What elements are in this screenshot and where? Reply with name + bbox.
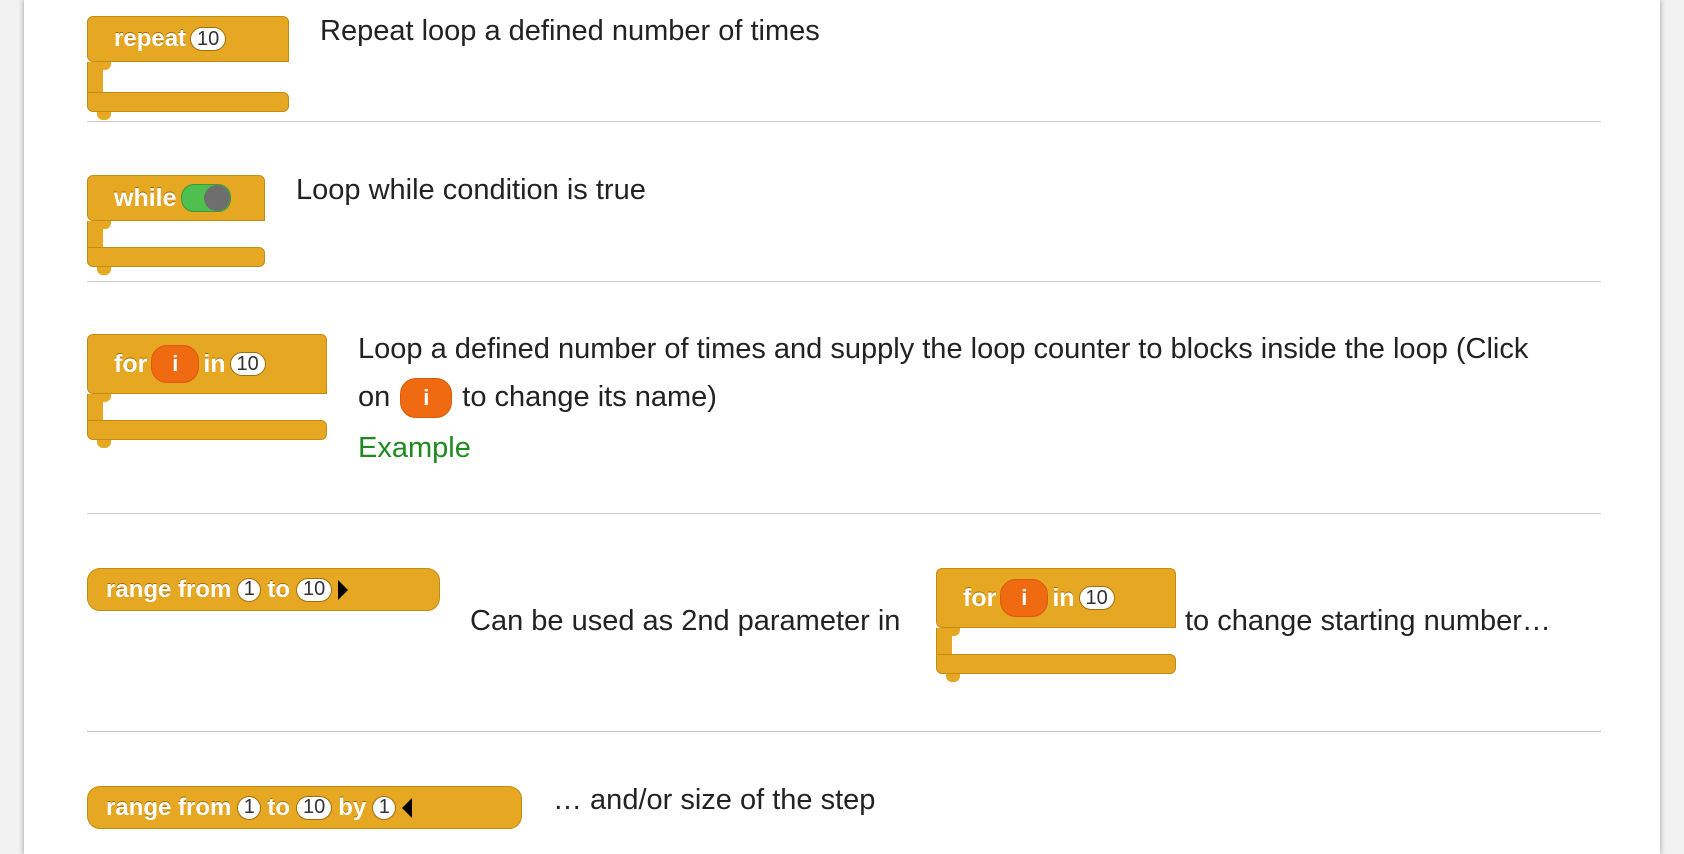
step-description: … and/or size of the step <box>553 784 876 816</box>
range-to-slot[interactable]: 10 <box>296 577 333 602</box>
for-description-line1: Loop a defined number of times and suppl… <box>358 333 1529 365</box>
expand-arrow-icon[interactable] <box>338 579 349 600</box>
range-from-to-by-block[interactable]: range from 1 to 10 by 1 <box>87 786 522 829</box>
range-by-from-slot[interactable]: 1 <box>237 795 262 820</box>
boolean-toggle-icon[interactable] <box>180 184 231 212</box>
for-description-line2: on i to change its name) <box>358 374 717 421</box>
divider-3 <box>87 513 1601 514</box>
inline-for-block[interactable]: for i in 10 <box>936 568 1176 682</box>
while-description: Loop while condition is true <box>296 174 646 206</box>
range-by-from-keyword: range from <box>106 793 232 821</box>
range-description-before: Can be used as 2nd parameter in <box>470 605 901 637</box>
range-by-to-slot[interactable]: 10 <box>296 795 333 820</box>
collapse-arrow-icon[interactable] <box>402 797 413 818</box>
range-from-slot[interactable]: 1 <box>237 577 262 602</box>
for-description-on: on <box>358 381 391 413</box>
range-by-to-keyword: to <box>267 793 291 821</box>
while-keyword: while <box>114 183 177 212</box>
range-to-keyword: to <box>267 575 291 603</box>
divider-2 <box>87 281 1601 282</box>
for-in-keyword: in <box>203 349 226 378</box>
for-count-slot[interactable]: 10 <box>229 352 266 376</box>
range-by-step-slot[interactable]: 1 <box>372 795 397 820</box>
for-description-rest: to change its name) <box>462 381 717 413</box>
inline-for-count-slot[interactable]: 10 <box>1078 586 1115 610</box>
divider-4 <box>87 731 1601 732</box>
example-link[interactable]: Example <box>358 425 471 472</box>
while-block[interactable]: while <box>87 175 265 275</box>
range-from-to-block[interactable]: range from 1 to 10 <box>87 568 440 611</box>
inline-for-keyword: for <box>963 583 997 612</box>
for-keyword: for <box>114 349 148 378</box>
range-from-keyword: range from <box>106 575 232 603</box>
inline-variable-i[interactable]: i <box>400 377 453 418</box>
repeat-count-slot[interactable]: 10 <box>190 27 227 51</box>
repeat-block[interactable]: repeat 10 <box>87 16 289 120</box>
range-by-keyword: by <box>338 793 367 821</box>
repeat-keyword: repeat <box>114 25 187 52</box>
inline-for-variable-i[interactable]: i <box>1000 579 1049 617</box>
loop-variable-i[interactable]: i <box>151 345 200 383</box>
for-block[interactable]: for i in 10 <box>87 334 327 448</box>
divider-1 <box>87 121 1601 122</box>
inline-for-in-keyword: in <box>1052 583 1075 612</box>
range-description-after: to change starting number… <box>1185 605 1551 637</box>
repeat-description: Repeat loop a defined number of times <box>320 15 820 47</box>
